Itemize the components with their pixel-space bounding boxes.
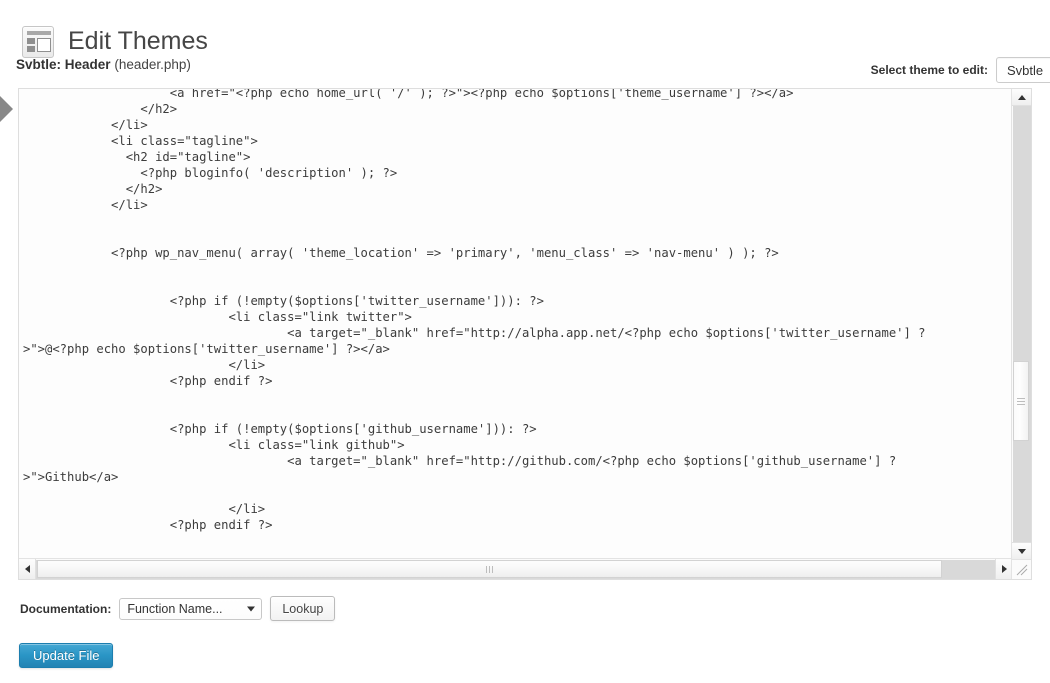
- scroll-down-button[interactable]: [1012, 542, 1031, 559]
- scroll-up-button[interactable]: [1012, 89, 1031, 106]
- arrow-right-icon: [1001, 565, 1007, 573]
- vertical-scroll-track[interactable]: [1013, 106, 1031, 542]
- page-title: Edit Themes: [68, 26, 208, 55]
- textarea-resize-handle[interactable]: [1011, 559, 1031, 579]
- documentation-select[interactable]: Function Name...: [119, 597, 263, 620]
- code-editor-textarea[interactable]: <a href="<?php echo home_url( '/' ); ?>"…: [19, 89, 1012, 559]
- horizontal-scroll-thumb[interactable]: [37, 560, 942, 578]
- chevron-right-icon: [0, 96, 13, 122]
- appearance-layout-icon: [22, 25, 54, 58]
- documentation-select-value: Function Name...: [127, 601, 223, 616]
- arrow-left-icon: [24, 565, 30, 573]
- file-name: (header.php): [114, 57, 191, 72]
- file-info-row: Svbtle: Header (header.php) Select theme…: [16, 57, 1050, 83]
- vertical-scroll-thumb[interactable]: [1013, 361, 1029, 441]
- update-file-button[interactable]: Update File: [19, 643, 114, 668]
- documentation-row: Documentation: Function Name... Lookup: [20, 596, 336, 621]
- scrollbar-grip-icon: [486, 565, 493, 573]
- editor-vertical-scrollbar[interactable]: [1011, 89, 1031, 559]
- code-editor-shell: <a href="<?php echo home_url( '/' ); ?>"…: [18, 88, 1032, 580]
- theme-select[interactable]: Svbtle: [996, 57, 1050, 83]
- scroll-right-button[interactable]: [995, 559, 1012, 579]
- documentation-label: Documentation:: [20, 601, 112, 616]
- code-content[interactable]: <a href="<?php echo home_url( '/' ); ?>"…: [19, 89, 1012, 559]
- sidebar-flyout-arrow[interactable]: [0, 96, 13, 122]
- theme-selector-group: Select theme to edit: Svbtle: [871, 57, 1050, 83]
- arrow-up-icon: [1017, 94, 1026, 100]
- lookup-button[interactable]: Lookup: [270, 596, 336, 621]
- chevron-down-icon: [247, 606, 256, 611]
- scroll-left-button[interactable]: [19, 559, 36, 579]
- file-label: Header: [64, 57, 111, 72]
- theme-editor-page: Edit Themes Svbtle: Header (header.php) …: [0, 0, 1050, 683]
- theme-selector-label: Select theme to edit:: [870, 63, 988, 77]
- theme-name: Svbtle:: [16, 57, 62, 72]
- scrollbar-grip-icon: [1017, 396, 1025, 407]
- resize-grip-icon: [1016, 564, 1028, 576]
- editor-horizontal-scrollbar[interactable]: [19, 558, 1012, 579]
- arrow-down-icon: [1017, 548, 1026, 554]
